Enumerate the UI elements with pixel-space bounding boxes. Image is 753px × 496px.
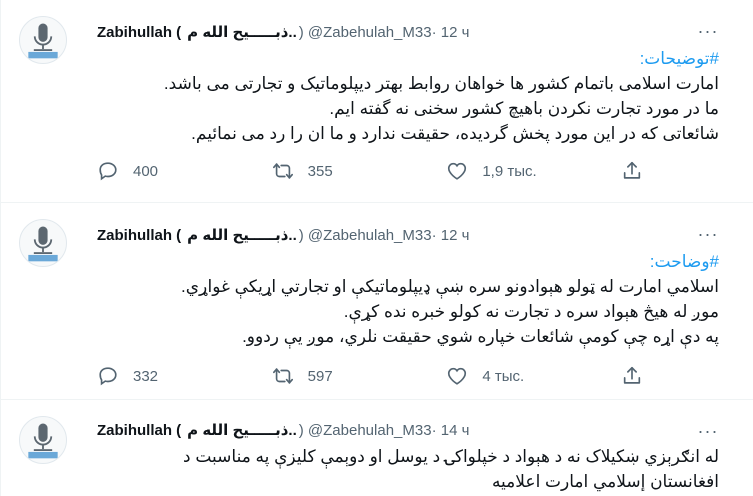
tweet-text: #توضیحات: امارت اسلامی باتمام کشور ها خو… (97, 46, 719, 146)
reply-button[interactable]: 400 (97, 160, 227, 182)
retweet-button[interactable]: 355 (272, 160, 402, 182)
author-handle[interactable]: ) @Zabehulah_M33 (299, 24, 432, 41)
author-name[interactable]: Zabihullah ( (97, 422, 181, 439)
tweet-time[interactable]: · 12 ч (432, 24, 470, 41)
heart-icon (446, 160, 468, 182)
heart-icon (446, 365, 468, 387)
author-handle[interactable]: ) @Zabehulah_M33 (299, 422, 432, 439)
microphone-icon (21, 418, 65, 462)
like-count: 4 тыс. (482, 367, 525, 385)
tweet-line: امارت اسلامی باتمام کشور ها خواهان روابط… (163, 74, 719, 93)
reply-button[interactable]: 332 (97, 365, 227, 387)
tweet-header: Zabihullah ( ذبـــــیح الله م.. ) @Zabeh… (97, 418, 469, 442)
author-name[interactable]: Zabihullah ( (97, 24, 181, 41)
author-name[interactable]: Zabihullah ( (97, 227, 181, 244)
reply-icon (97, 365, 119, 387)
avatar[interactable] (19, 219, 67, 267)
retweet-icon (272, 160, 294, 182)
like-button[interactable]: 1,9 тыс. (446, 160, 576, 182)
retweet-button[interactable]: 597 (272, 365, 402, 387)
tweet[interactable]: Zabihullah ( ذبـــــیح الله م.. ) @Zabeh… (1, 203, 753, 400)
tweet-line: له انګرېزي ښکيلاک نه د هېواد د خپلواکۍ د… (183, 447, 719, 466)
tweet-time[interactable]: · 12 ч (432, 227, 470, 244)
reply-count: 332 (133, 367, 159, 385)
avatar[interactable] (19, 16, 67, 64)
retweet-count: 597 (307, 367, 333, 385)
tweet-actions: 332 597 4 тыс. (97, 365, 657, 387)
tweet-line: په دې اړه چې کومې شائعات خپاره شوي حقیقت… (242, 327, 719, 346)
share-icon (621, 365, 643, 387)
microphone-icon (21, 221, 65, 265)
tweet-line: شائعاتی که در این مورد پخش گردیده، حقیقت… (191, 124, 719, 143)
tweet[interactable]: Zabihullah ( ذبـــــیح الله م.. ) @Zabeh… (1, 0, 753, 203)
reply-count: 400 (133, 162, 159, 180)
hashtag-link[interactable]: #توضیحات: (640, 49, 719, 68)
tweet-time[interactable]: · 14 ч (432, 422, 470, 439)
timeline: Zabihullah ( ذبـــــیح الله م.. ) @Zabeh… (0, 0, 753, 496)
retweet-count: 355 (307, 162, 333, 180)
tweet-text: #وضاحت: اسلامي امارت له ټولو هېوادونو سر… (97, 249, 719, 349)
author-name-rtl[interactable]: ذبـــــیح الله م.. (187, 23, 297, 41)
author-name-rtl[interactable]: ذبـــــیح الله م.. (187, 421, 297, 439)
like-button[interactable]: 4 тыс. (446, 365, 576, 387)
more-horizontal-icon[interactable]: ··· (695, 221, 721, 247)
reply-icon (97, 160, 119, 182)
avatar[interactable] (19, 416, 67, 464)
microphone-icon (21, 18, 65, 62)
tweet-line: افغانستان إسلامي امارت اعلامیه (491, 472, 719, 491)
share-button[interactable] (621, 160, 657, 182)
author-handle[interactable]: ) @Zabehulah_M33 (299, 227, 432, 244)
tweet-line: موږ له هیڅ هېواد سره د تجارت نه کولو خبر… (343, 302, 719, 321)
tweet-actions: 400 355 1,9 тыс. (97, 160, 657, 182)
tweet[interactable]: Zabihullah ( ذبـــــیح الله م.. ) @Zabeh… (1, 400, 753, 496)
share-button[interactable] (621, 365, 657, 387)
share-icon (621, 160, 643, 182)
tweet-line: ما در مورد تجارت نکردن باهیچ کشور سخنی ن… (329, 99, 719, 118)
author-name-rtl[interactable]: ذبـــــیح الله م.. (187, 226, 297, 244)
hashtag-link[interactable]: #وضاحت: (650, 252, 719, 271)
more-horizontal-icon[interactable]: ··· (695, 418, 721, 444)
tweet-text: له انګرېزي ښکيلاک نه د هېواد د خپلواکۍ د… (97, 444, 719, 494)
more-horizontal-icon[interactable]: ··· (695, 18, 721, 44)
retweet-icon (272, 365, 294, 387)
tweet-header: Zabihullah ( ذبـــــیح الله م.. ) @Zabeh… (97, 223, 469, 247)
tweet-line: اسلامي امارت له ټولو هېوادونو سره ښې ډیپ… (180, 277, 719, 296)
like-count: 1,9 тыс. (482, 162, 537, 180)
tweet-header: Zabihullah ( ذبـــــیح الله م.. ) @Zabeh… (97, 20, 469, 44)
